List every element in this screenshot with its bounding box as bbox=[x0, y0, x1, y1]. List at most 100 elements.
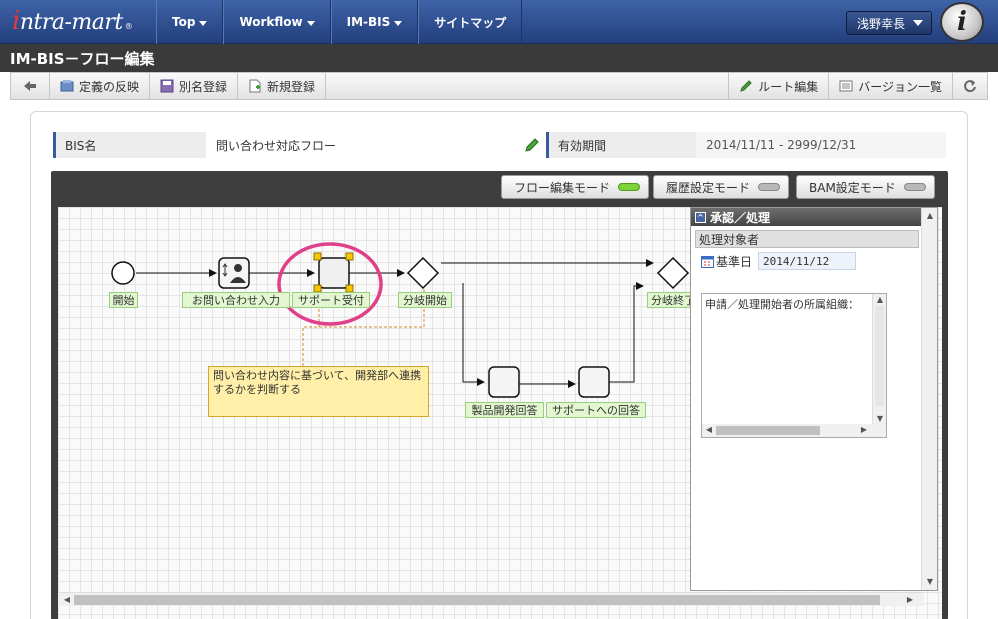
node-label-branch-start[interactable]: 分岐開始 bbox=[398, 292, 452, 308]
version-list-button[interactable]: バージョン一覧 bbox=[828, 73, 952, 99]
flow-edit-mode-button[interactable]: フロー編集モード bbox=[501, 175, 650, 199]
route-edit-button[interactable]: ルート編集 bbox=[728, 73, 828, 99]
route-edit-label: ルート編集 bbox=[758, 79, 819, 94]
processor-rule-text: 申請／処理開始者の所属組織： bbox=[705, 298, 859, 311]
content-panel: BIS名 問い合わせ対応フロー 有効期間 2014/11/11 ‐ 2999/1… bbox=[30, 111, 968, 619]
node-label-product[interactable]: 製品開発回答 bbox=[465, 402, 544, 418]
save-as-icon bbox=[160, 79, 174, 93]
new-registration-button[interactable]: 新規登録 bbox=[238, 73, 327, 99]
horizontal-scrollbar[interactable]: ◀ ▶ bbox=[702, 424, 886, 437]
scroll-down-icon[interactable]: ▼ bbox=[924, 577, 936, 587]
logo-registered-mark: ® bbox=[124, 22, 133, 31]
deploy-definition-button[interactable]: 定義の反映 bbox=[50, 73, 151, 99]
bam-mode-button[interactable]: BAM設定モード bbox=[796, 175, 935, 199]
panel-body: 処理対象者 基準日 2014/11/12 申請／処理開始者の所属組織： ▲ ▼ bbox=[691, 226, 923, 592]
caret-down-icon bbox=[913, 20, 923, 26]
save-as-label: 別名登録 bbox=[179, 79, 228, 94]
scroll-up-icon[interactable]: ▲ bbox=[874, 295, 886, 305]
save-as-button[interactable]: 別名登録 bbox=[150, 73, 239, 99]
history-mode-label: 履歴設定モード bbox=[666, 180, 751, 195]
mode-indicator-off bbox=[903, 183, 926, 191]
history-mode-button[interactable]: 履歴設定モード bbox=[653, 175, 790, 199]
flow-canvas[interactable]: 開始 お問い合わせ入力 サポート受付 分岐開始 分岐終了 製品開発回答 サポート… bbox=[58, 207, 942, 619]
panel-vertical-scrollbar[interactable]: ▲ ▼ bbox=[921, 208, 937, 590]
intra-mart-logo[interactable]: i ntra-mart ® bbox=[12, 6, 133, 38]
base-date-value[interactable]: 2014/11/12 bbox=[758, 252, 857, 270]
caret-down-icon bbox=[394, 21, 403, 26]
valid-period-value: 2014/11/11 ‐ 2999/12/31 bbox=[696, 132, 946, 158]
properties-panel: ^ 承認／処理 処理対象者 基準日 2014/11/12 申請／処理開始者の所属… bbox=[690, 207, 938, 591]
panel-header[interactable]: ^ 承認／処理 bbox=[691, 208, 937, 226]
calendar-icon[interactable] bbox=[701, 255, 714, 268]
menu-top-label: Top bbox=[172, 15, 196, 29]
canvas-scroll-thumb[interactable] bbox=[74, 595, 880, 605]
node-label-support-reply[interactable]: サポートへの回答 bbox=[546, 402, 646, 418]
annotation-note[interactable]: 問い合わせ内容に基づいて、開発部へ連携するかを判断する bbox=[208, 366, 429, 417]
base-date-row: 基準日 2014/11/12 bbox=[701, 252, 923, 270]
merge-gateway-icon bbox=[656, 256, 690, 290]
scroll-left-icon[interactable]: ◀ bbox=[703, 425, 715, 435]
bam-mode-label: BAM設定モード bbox=[809, 180, 896, 195]
menu-im-bis[interactable]: IM-BIS bbox=[330, 0, 419, 44]
scroll-up-icon[interactable]: ▲ bbox=[924, 211, 936, 221]
scroll-down-icon[interactable]: ▼ bbox=[874, 414, 886, 424]
arrow-left-icon bbox=[24, 81, 36, 91]
menu-sitemap[interactable]: サイトマップ bbox=[418, 0, 523, 44]
start-event-icon bbox=[111, 261, 135, 285]
page-title: IM-BIS－フロー編集 bbox=[0, 44, 998, 72]
branch-gateway-icon bbox=[406, 256, 440, 290]
back-button[interactable] bbox=[11, 73, 50, 99]
menu-workflow[interactable]: Workflow bbox=[223, 0, 331, 44]
menu-sitemap-label: サイトマップ bbox=[434, 15, 507, 30]
task-icon bbox=[318, 257, 350, 289]
vertical-scrollbar[interactable]: ▲ ▼ bbox=[872, 294, 886, 425]
flow-edit-mode-label: フロー編集モード bbox=[514, 180, 611, 195]
profile-icon[interactable]: i bbox=[940, 2, 984, 42]
scroll-thumb[interactable] bbox=[716, 426, 820, 435]
mode-indicator-on bbox=[618, 183, 641, 191]
logo-letter-i: i bbox=[12, 6, 20, 36]
info-row: BIS名 問い合わせ対応フロー 有効期間 2014/11/11 ‐ 2999/1… bbox=[53, 132, 946, 158]
deploy-icon bbox=[60, 79, 74, 93]
canvas-horizontal-scrollbar[interactable]: ◀ ▶ bbox=[58, 592, 924, 606]
main-menu: Top Workflow IM-BIS サイトマップ bbox=[156, 0, 523, 44]
panel-title: 承認／処理 bbox=[710, 210, 771, 225]
base-date-label: 基準日 bbox=[716, 254, 753, 269]
bis-name-text: 問い合わせ対応フロー bbox=[216, 138, 337, 153]
profile-glyph: i bbox=[957, 7, 967, 37]
menu-workflow-label: Workflow bbox=[239, 15, 303, 29]
collapse-icon[interactable]: ^ bbox=[695, 211, 706, 223]
list-icon bbox=[839, 79, 853, 93]
scroll-track bbox=[875, 306, 884, 406]
valid-period-label: 有効期間 bbox=[546, 132, 696, 158]
flow-editor: フロー編集モード 履歴設定モード BAM設定モード 開始 お問い合わせ入力 サポ… bbox=[51, 171, 948, 619]
node-label-support[interactable]: サポート受付 bbox=[292, 292, 370, 308]
version-list-label: バージョン一覧 bbox=[858, 79, 942, 94]
logo-text: ntra-mart bbox=[19, 10, 123, 35]
menu-top[interactable]: Top bbox=[156, 0, 224, 44]
caret-down-icon bbox=[306, 21, 315, 26]
caret-down-icon bbox=[199, 21, 208, 26]
task-icon bbox=[578, 366, 610, 398]
node-label-start[interactable]: 開始 bbox=[109, 292, 138, 308]
pencil-icon bbox=[739, 79, 753, 93]
deploy-definition-label: 定義の反映 bbox=[79, 79, 140, 94]
toolbar: 定義の反映 別名登録 新規登録 ルート編集 バージョン一覧 bbox=[10, 72, 988, 100]
node-label-inquiry[interactable]: お問い合わせ入力 bbox=[182, 292, 290, 308]
menu-im-bis-label: IM-BIS bbox=[346, 15, 391, 29]
refresh-icon bbox=[964, 80, 976, 93]
mode-indicator-off bbox=[758, 183, 781, 191]
bis-name-value: 問い合わせ対応フロー bbox=[206, 132, 546, 158]
processor-rule-box[interactable]: 申請／処理開始者の所属組織： ▲ ▼ ◀ ▶ bbox=[701, 293, 887, 438]
section-header: 処理対象者 bbox=[695, 230, 919, 248]
pencil-icon[interactable] bbox=[524, 137, 540, 156]
new-document-icon bbox=[248, 79, 262, 93]
scroll-right-icon[interactable]: ▶ bbox=[858, 425, 870, 435]
task-icon bbox=[488, 366, 520, 398]
scroll-right-icon[interactable]: ▶ bbox=[904, 595, 916, 605]
scroll-left-icon[interactable]: ◀ bbox=[61, 595, 73, 605]
user-name: 浅野幸長 bbox=[857, 16, 906, 31]
refresh-button[interactable] bbox=[952, 73, 987, 99]
user-menu-button[interactable]: 浅野幸長 bbox=[846, 11, 932, 35]
